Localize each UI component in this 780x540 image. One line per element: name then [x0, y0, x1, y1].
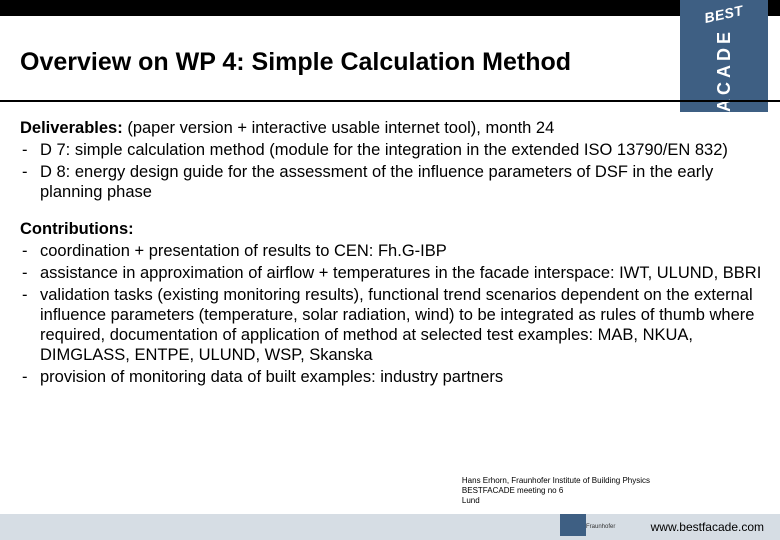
contributions-section: Contributions: coordination + presentati… [20, 219, 764, 388]
content-area: Deliverables: (paper version + interacti… [20, 118, 764, 404]
footer-url: www.bestfacade.com [651, 520, 764, 534]
logo-text-facade: FACADE [714, 28, 735, 126]
contributions-list: coordination + presentation of results t… [20, 241, 764, 388]
deliverables-subtext: (paper version + interactive usable inte… [123, 119, 555, 137]
credit-line: BESTFACADE meeting no 6 [462, 486, 650, 496]
bestfacade-logo: BEST FACADE [680, 0, 768, 112]
list-item: D 8: energy design guide for the assessm… [20, 162, 764, 202]
list-item: coordination + presentation of results t… [20, 241, 764, 261]
logo-text-best: BEST [703, 2, 745, 26]
title-underline [0, 100, 780, 102]
contributions-heading: Contributions: [20, 220, 134, 238]
footer-small-text: Fraunhofer [586, 524, 615, 530]
credit-block: Hans Erhorn, Fraunhofer Institute of Bui… [462, 476, 650, 506]
credit-line: Lund [462, 496, 650, 506]
slide-title: Overview on WP 4: Simple Calculation Met… [20, 48, 670, 77]
list-item: provision of monitoring data of built ex… [20, 367, 764, 387]
list-item: D 7: simple calculation method (module f… [20, 140, 764, 160]
footer-logo-icon [560, 514, 586, 536]
deliverables-heading: Deliverables: [20, 119, 123, 137]
list-item: assistance in approximation of airflow +… [20, 263, 764, 283]
title-area: Overview on WP 4: Simple Calculation Met… [20, 48, 670, 77]
top-black-bar [0, 0, 780, 16]
deliverables-section: Deliverables: (paper version + interacti… [20, 118, 764, 203]
list-item: validation tasks (existing monitoring re… [20, 285, 764, 366]
deliverables-list: D 7: simple calculation method (module f… [20, 140, 764, 202]
credit-line: Hans Erhorn, Fraunhofer Institute of Bui… [462, 476, 650, 486]
